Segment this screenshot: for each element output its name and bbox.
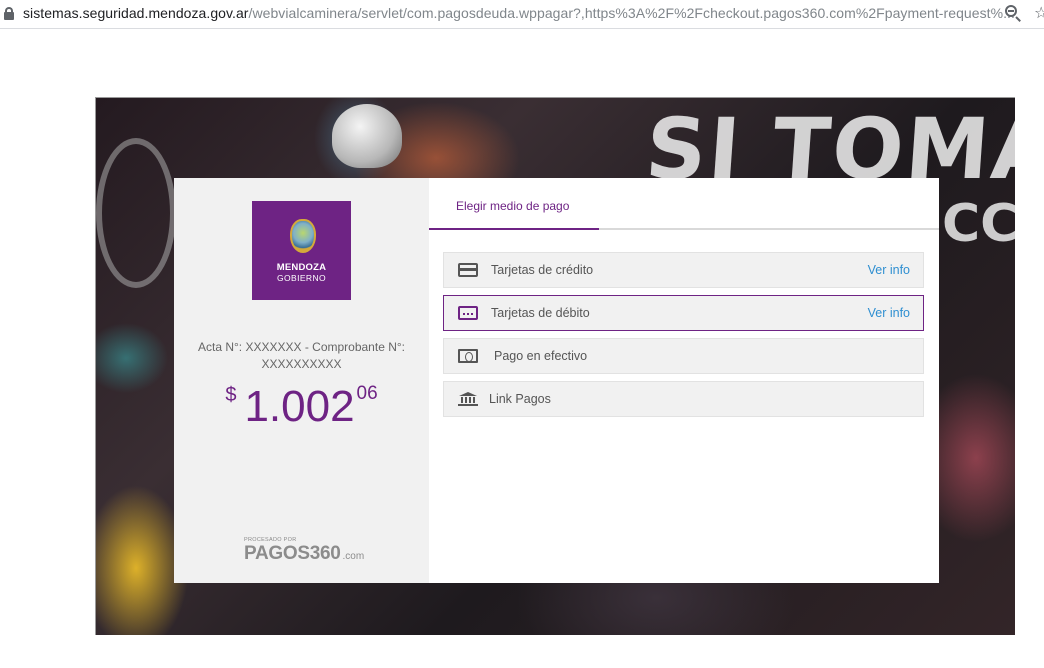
helmet-graphic (332, 104, 402, 168)
logo-line-1: MENDOZA (276, 262, 327, 273)
currency-symbol: $ (225, 384, 237, 406)
amount-display: $1.002 06 (174, 382, 429, 432)
tab-active-indicator (429, 228, 599, 230)
order-summary-panel: MENDOZA GOBIERNO Acta N°: XXXXXXX - Comp… (174, 178, 429, 583)
tab-choose-payment-method[interactable]: Elegir medio de pago (456, 199, 569, 213)
debit-card-icon (458, 306, 478, 320)
banner-subheadline: CCI (942, 194, 1015, 254)
payment-method-credit-card[interactable]: Tarjetas de crédito Ver info (443, 252, 924, 288)
url-host: sistemas.seguridad.mendoza.gov.ar (23, 5, 249, 21)
zoom-out-icon[interactable] (1005, 5, 1021, 22)
payment-method-label: Pago en efectivo (494, 349, 588, 363)
pagos360-domain: .com (342, 551, 365, 562)
payment-methods-panel: Elegir medio de pago Tarjetas de crédito… (429, 178, 939, 583)
credit-card-icon (458, 263, 478, 277)
bank-icon (458, 392, 478, 406)
credit-card-info-link[interactable]: Ver info (868, 263, 910, 277)
address-bar[interactable]: sistemas.seguridad.mendoza.gov.ar/webvia… (0, 0, 1044, 29)
payment-method-label: Tarjetas de débito (491, 306, 590, 320)
bookmark-star-icon[interactable]: ☆ (1034, 3, 1044, 23)
payment-method-link-pagos[interactable]: Link Pagos (443, 381, 924, 417)
payment-method-label: Link Pagos (489, 392, 551, 406)
mendoza-gobierno-logo: MENDOZA GOBIERNO (252, 201, 351, 300)
payment-method-debit-card[interactable]: Tarjetas de débito Ver info (443, 295, 924, 331)
coat-of-arms-icon (290, 219, 316, 253)
payment-method-cash[interactable]: Pago en efectivo (443, 338, 924, 374)
pagos360-brand: PAGOS360 (244, 543, 341, 564)
payment-method-label: Tarjetas de crédito (491, 263, 594, 277)
amount-integer: 1.002 (244, 382, 355, 431)
url-path: /webvialcaminera/servlet/com.pagosdeuda.… (248, 5, 1015, 21)
amount-decimal: 06 (356, 383, 378, 404)
pagos360-logo: PAGOS360 .com (244, 543, 364, 565)
cash-icon (458, 349, 478, 363)
debit-card-info-link[interactable]: Ver info (868, 306, 910, 320)
checkout-card: MENDOZA GOBIERNO Acta N°: XXXXXXX - Comp… (174, 178, 939, 583)
url-text[interactable]: sistemas.seguridad.mendoza.gov.ar/webvia… (23, 5, 1015, 21)
motorcycle-wheel-graphic (96, 138, 176, 288)
lock-icon[interactable] (4, 7, 14, 20)
acta-comprobante-text: Acta N°: XXXXXXX - Comprobante N°: XXXXX… (197, 340, 405, 371)
logo-line-2: GOBIERNO (276, 273, 326, 283)
